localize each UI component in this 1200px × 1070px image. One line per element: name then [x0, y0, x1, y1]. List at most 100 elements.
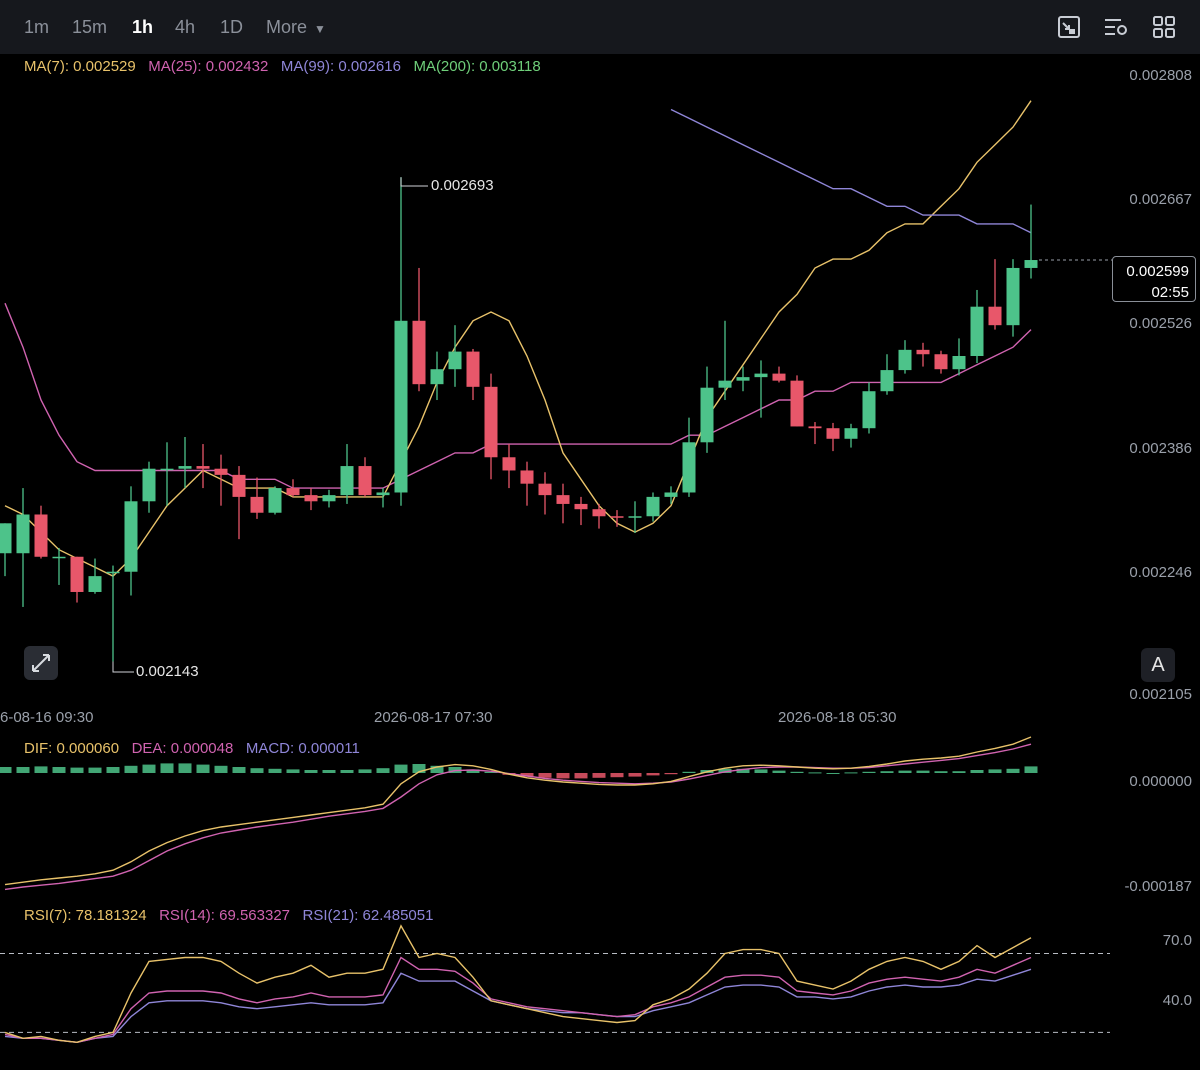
- rsi-tick: 70.0: [1162, 932, 1192, 949]
- macd-histogram-bar: [34, 766, 48, 773]
- candle-body: [214, 468, 228, 475]
- macd-histogram-bar: [646, 773, 660, 776]
- candle-body: [898, 349, 912, 371]
- macd-histogram-bar: [664, 773, 678, 775]
- price-tick: 0.002105: [1129, 686, 1192, 703]
- macd-histogram-bar: [610, 773, 624, 778]
- low-annotation: 0.002143: [136, 663, 199, 680]
- macd-histogram-bar: [142, 764, 156, 773]
- candle-body: [844, 428, 858, 439]
- macd-histogram-bar: [232, 767, 246, 773]
- macd-histogram-bar: [304, 770, 318, 773]
- macd-histogram-bar: [574, 773, 588, 779]
- candle-body: [448, 351, 462, 370]
- time-tick: 6-08-16 09:30: [0, 709, 94, 726]
- candle-body: [592, 509, 606, 517]
- candle-body: [934, 354, 948, 370]
- low-annotation-leader: [112, 661, 134, 673]
- macd-histogram-bar: [106, 767, 120, 773]
- macd-histogram-bar: [52, 767, 66, 773]
- ma99-legend: MA(99): 0.002616: [280, 58, 401, 75]
- candle-body: [880, 370, 894, 392]
- ma25-line: [4, 302, 1032, 489]
- ma200-legend: MA(200): 0.003118: [413, 58, 541, 75]
- macd-histogram-bar: [286, 769, 300, 773]
- macd-histogram-bar: [826, 773, 840, 774]
- candle-body: [106, 571, 120, 574]
- rsi14-line: [4, 956, 1032, 1044]
- rsi21-legend: RSI(21): 62.485051: [302, 907, 434, 924]
- candle-body: [358, 466, 372, 496]
- candle-body: [16, 514, 30, 554]
- auto-scale-button[interactable]: A: [1141, 648, 1175, 682]
- candle-body: [430, 369, 444, 385]
- price-annotations: [112, 177, 1112, 673]
- high-annotation-leader: [400, 177, 428, 187]
- macd-histogram-bar: [88, 767, 102, 773]
- ma7-legend: MA(7): 0.002529: [24, 58, 136, 75]
- candle-body: [826, 428, 840, 439]
- candle-body: [0, 523, 12, 554]
- macd-histogram-bar: [178, 763, 192, 773]
- macd-value-legend: MACD: 0.000011: [245, 740, 360, 757]
- macd-histogram-bar: [592, 773, 606, 778]
- candle-body: [862, 391, 876, 429]
- expand-icon: [32, 654, 50, 672]
- candle-body: [394, 320, 408, 493]
- rsi21-line: [4, 968, 1032, 1044]
- macd-histogram-bar: [754, 769, 768, 773]
- macd-legend: DIF: 0.000060 DEA: 0.000048 MACD: 0.0000…: [24, 740, 360, 757]
- rsi7-line: [4, 924, 1032, 1044]
- candle-body: [160, 468, 174, 471]
- candle-body: [754, 373, 768, 378]
- fullscreen-button[interactable]: [24, 646, 58, 680]
- reference-lines: [0, 953, 1110, 1033]
- candle-body: [484, 386, 498, 458]
- macd-histogram-bar: [808, 772, 822, 774]
- candle-body: [196, 466, 210, 469]
- candle-body: [340, 466, 354, 496]
- macd-histogram-bar: [124, 765, 138, 773]
- candle-body: [952, 356, 966, 370]
- candle-body: [808, 426, 822, 429]
- candle-body: [412, 320, 426, 385]
- ma99-line: [670, 108, 1032, 234]
- dea-legend: DEA: 0.000048: [131, 740, 234, 757]
- macd-histogram-bar: [1006, 768, 1020, 773]
- candle-body: [304, 495, 318, 502]
- candle-body: [88, 576, 102, 592]
- macd-histogram-bar: [988, 769, 1002, 773]
- candle-body: [970, 306, 984, 357]
- macd-histogram-bar: [196, 764, 210, 773]
- candle-body: [268, 488, 282, 513]
- candle-body: [34, 514, 48, 557]
- candle-body: [124, 501, 138, 572]
- candle-body: [520, 470, 534, 484]
- macd-histogram-bar: [160, 763, 174, 773]
- rsi7-legend: RSI(7): 78.181324: [24, 907, 147, 924]
- macd-histogram-bar: [772, 770, 786, 773]
- candle-body: [574, 503, 588, 510]
- dif-legend: DIF: 0.000060: [24, 740, 120, 757]
- candle-body: [322, 495, 336, 502]
- dif-line: [4, 736, 1032, 886]
- candle-body: [718, 380, 732, 388]
- candle-body: [916, 349, 930, 355]
- price-tick: 0.002667: [1129, 191, 1192, 208]
- macd-histogram-bar: [790, 771, 804, 773]
- macd-histogram-bar: [934, 771, 948, 773]
- candle-body: [682, 442, 696, 493]
- candle-body: [70, 556, 84, 592]
- macd-histogram-bar: [70, 767, 84, 773]
- macd-histogram-bar: [862, 771, 876, 773]
- macd-tick: 0.000000: [1129, 773, 1192, 790]
- price-tick: 0.002246: [1129, 564, 1192, 581]
- candle-body: [646, 496, 660, 517]
- candle-body: [142, 468, 156, 502]
- candle-body: [556, 495, 570, 504]
- macd-histogram-bar: [970, 770, 984, 773]
- macd-histogram-bar: [1024, 766, 1038, 773]
- candle-body: [232, 474, 246, 497]
- candle-body: [628, 516, 642, 518]
- macd-histogram-bar: [358, 769, 372, 773]
